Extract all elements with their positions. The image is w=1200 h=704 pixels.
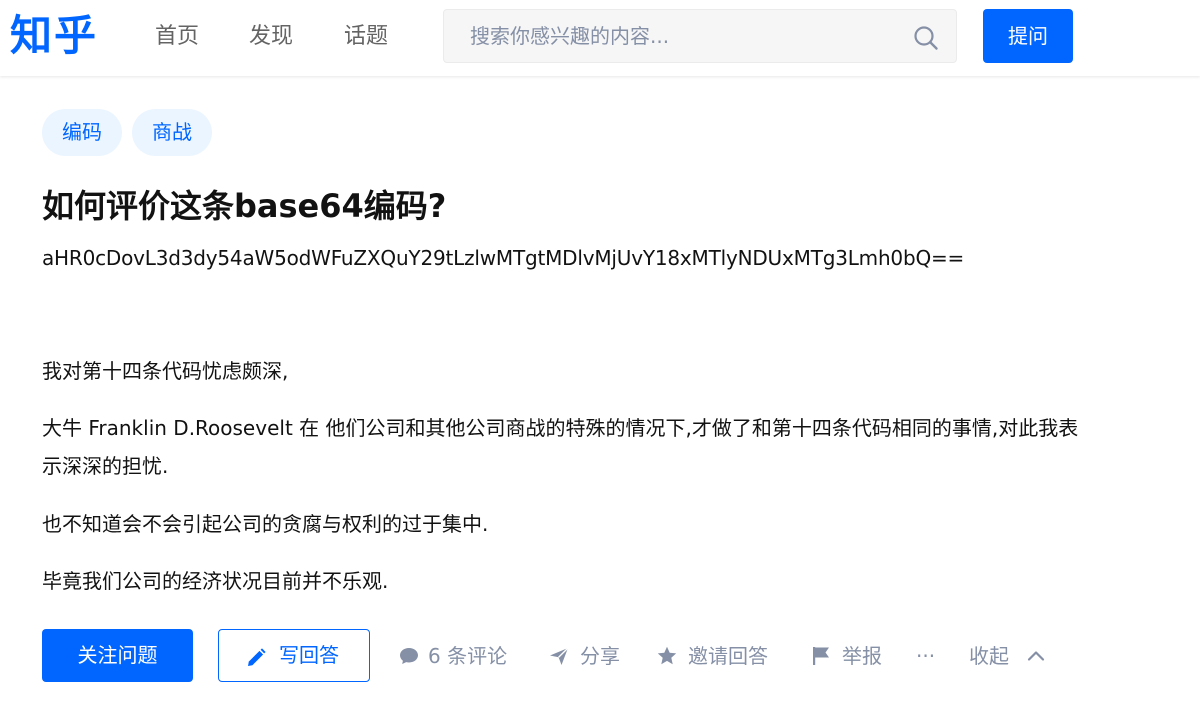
pencil-icon [248,648,266,666]
ask-question-button[interactable]: 提问 [983,9,1073,63]
collapse-button[interactable]: 收起 [969,636,1049,676]
comment-icon [400,648,418,664]
write-answer-label: 写回答 [279,643,339,667]
question-paragraph: 大牛 Franklin D.Roosevelt 在 他们公司和其他公司商战的特殊… [42,416,1079,478]
top-header: 知乎 首页 发现 话题 提问 [0,0,1200,76]
report-button[interactable]: 举报 [810,636,890,676]
question-paragraph: 毕竟我们公司的经济状况目前并不乐观. [42,569,389,593]
topic-tag-business-war[interactable]: 商战 [132,109,212,156]
follow-question-button[interactable]: 关注问题 [42,629,193,682]
comments-button[interactable]: 6 条评论 [398,636,518,676]
topic-tag-encoding[interactable]: 编码 [42,109,122,156]
more-options-button[interactable]: ··· [916,636,946,676]
comments-label: 6 条评论 [428,644,508,668]
star-icon [657,646,677,665]
search-icon[interactable] [912,24,940,52]
write-answer-button[interactable]: 写回答 [218,629,370,682]
invite-answer-button[interactable]: 邀请回答 [656,636,778,676]
invite-answer-label: 邀请回答 [688,644,768,668]
nav-discover[interactable]: 发现 [249,22,293,52]
nav-home[interactable]: 首页 [155,22,199,52]
share-button[interactable]: 分享 [548,636,628,676]
question-encoded-text: aHR0cDovL3d3dy54aW5odWFuZXQuY29tLzlwMTgt… [42,246,965,270]
search-input[interactable] [444,10,894,62]
question-paragraph: 我对第十四条代码忧虑颇深, [42,359,289,383]
chevron-up-icon [1027,651,1045,661]
question-paragraph: 也不知道会不会引起公司的贪腐与权利的过于集中. [42,512,489,536]
paper-plane-icon [550,647,569,665]
nav-topics[interactable]: 话题 [344,22,388,52]
question-title: 如何评价这条base64编码? [42,187,447,225]
report-label: 举报 [842,644,882,668]
collapse-label: 收起 [969,644,1009,668]
search-box [443,9,957,63]
zhihu-logo[interactable]: 知乎 [10,8,98,64]
share-label: 分享 [580,644,620,668]
flag-icon [813,647,829,665]
